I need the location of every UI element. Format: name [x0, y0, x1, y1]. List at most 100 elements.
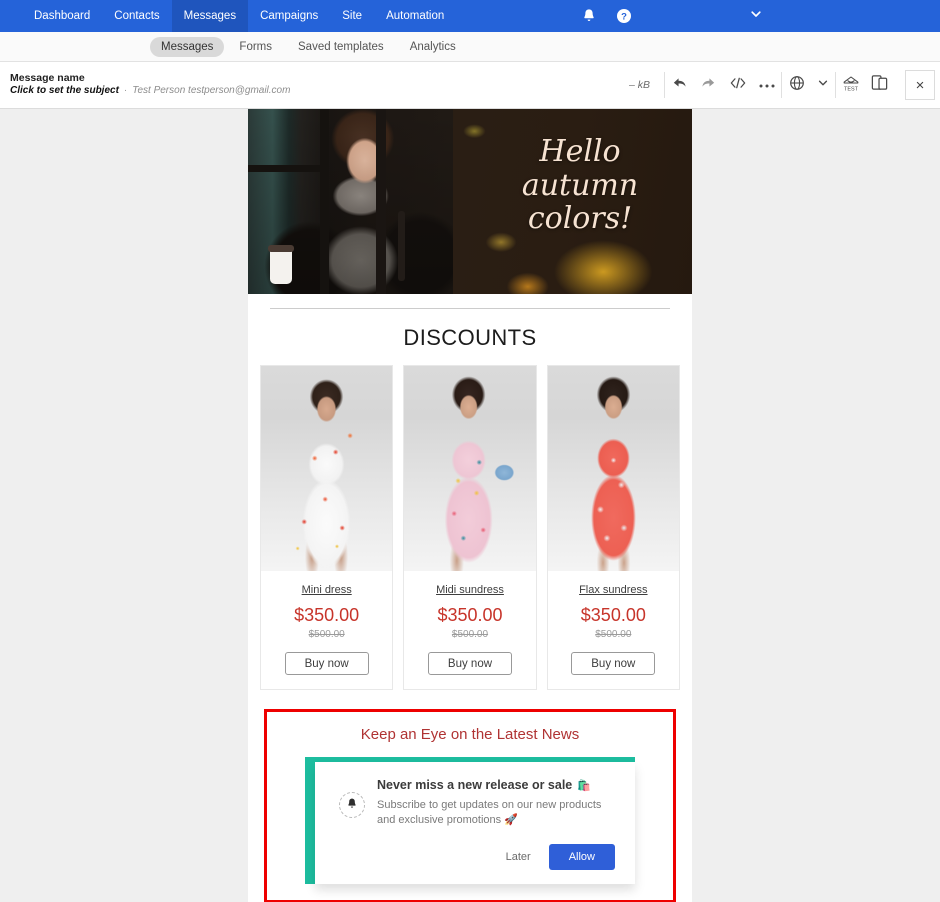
promo-notification-card: Never miss a new release or sale 🛍️ Subs… [315, 762, 635, 884]
promo-heading: Never miss a new release or sale 🛍️ [377, 778, 615, 792]
product-name-link[interactable]: Midi sundress [436, 584, 504, 596]
product-old-price: $500.00 [451, 629, 489, 640]
message-toolbar: – kB TEST × [629, 62, 940, 108]
hero-headline-line-3: colors! [527, 201, 633, 237]
svg-text:TEST: TEST [844, 86, 859, 92]
more-icon [758, 76, 776, 94]
nav-item-site[interactable]: Site [330, 0, 374, 32]
redo-icon [700, 74, 717, 96]
shopping-bags-emoji-icon: 🛍️ [577, 779, 591, 792]
more-options-button[interactable] [752, 70, 781, 100]
product-price: $350.00 [580, 605, 646, 625]
nav-item-label: Site [342, 10, 363, 22]
close-button[interactable]: × [905, 70, 935, 100]
promo-text: Never miss a new release or sale 🛍️ Subs… [377, 778, 615, 828]
product-name-link[interactable]: Mini dress [302, 584, 352, 596]
section-title-discounts[interactable]: DISCOUNTS [248, 309, 692, 365]
hero-headline-line-2: autumn [521, 167, 639, 203]
product-price: $350.00 [294, 605, 360, 625]
hero-window-frame-horizontal [248, 165, 328, 172]
redo-button[interactable] [694, 70, 723, 100]
language-button[interactable] [782, 70, 811, 100]
promo-body-text: Subscribe to get updates on our new prod… [377, 799, 602, 826]
promo-content-row: Never miss a new release or sale 🛍️ Subs… [337, 778, 615, 828]
nav-item-automation[interactable]: Automation [374, 0, 456, 32]
product-photo-midi-sundress [404, 366, 536, 571]
top-navigation-bar: Dashboard Contacts Messages Campaigns Si… [0, 0, 940, 32]
top-nav-items: Dashboard Contacts Messages Campaigns Si… [22, 0, 456, 32]
nav-item-contacts[interactable]: Contacts [102, 0, 171, 32]
promo-later-button[interactable]: Later [500, 847, 537, 867]
hero-window-frame-vertical [320, 109, 329, 294]
product-old-price: $500.00 [595, 629, 632, 640]
buy-now-button[interactable]: Buy now [427, 652, 512, 675]
hero-headline-line-1: Hello [539, 134, 621, 169]
message-meta: Message name Click to set the subject · … [0, 72, 290, 98]
history-tools [665, 70, 781, 100]
nav-item-label: Contacts [114, 10, 160, 22]
account-menu-toggle[interactable] [749, 0, 763, 32]
product-price: $350.00 [437, 605, 503, 625]
product-name-link[interactable]: Flax sundress [579, 584, 647, 596]
tab-forms[interactable]: Forms [228, 37, 283, 57]
email-editor-canvas: Hello autumn colors! DISCOUNTS Mini dres… [0, 109, 940, 902]
promo-allow-button[interactable]: Allow [548, 843, 615, 870]
divider-block[interactable] [248, 294, 692, 309]
product-card[interactable]: Midi sundress $350.00 $500.00 Buy now [403, 365, 537, 690]
buy-now-button[interactable]: Buy now [284, 652, 369, 675]
hero-coffee-cup [268, 245, 294, 284]
tab-messages[interactable]: Messages [150, 36, 225, 57]
device-preview-button[interactable] [865, 70, 894, 100]
email-preview: Hello autumn colors! DISCOUNTS Mini dres… [248, 109, 692, 902]
product-card[interactable]: Flax sundress $350.00 $500.00 Buy now [546, 365, 680, 690]
hero-door-edge [376, 109, 386, 294]
buy-now-button[interactable]: Buy now [571, 652, 656, 675]
language-tools [782, 70, 835, 100]
test-send-icon: TEST [841, 73, 861, 98]
help-icon[interactable]: ? [616, 8, 632, 24]
product-details: Midi sundress $350.00 $500.00 Buy now [404, 571, 535, 689]
rocket-emoji-icon: 🚀 [504, 813, 518, 826]
product-grid: Mini dress $350.00 $500.00 Buy now Midi … [248, 365, 692, 690]
nav-item-messages[interactable]: Messages [171, 0, 249, 32]
html-code-button[interactable] [723, 70, 752, 100]
message-name[interactable]: Message name [10, 72, 290, 85]
top-nav-icon-group: ? [581, 0, 632, 32]
product-old-price: $500.00 [308, 629, 345, 640]
nav-item-label: Campaigns [260, 10, 319, 22]
news-block-selected[interactable]: Keep an Eye on the Latest News Never mis… [264, 709, 676, 902]
bell-badge-icon [337, 790, 367, 820]
chevron-down-icon [817, 76, 829, 94]
product-image [261, 366, 393, 571]
code-icon [729, 75, 747, 96]
nav-item-dashboard[interactable]: Dashboard [22, 0, 102, 32]
nav-item-campaigns[interactable]: Campaigns [248, 0, 330, 32]
product-photo-flax-sundress [547, 366, 679, 571]
promo-body: Subscribe to get updates on our new prod… [377, 798, 615, 828]
promo-heading-text: Never miss a new release or sale [377, 778, 573, 792]
tab-saved-templates[interactable]: Saved templates [287, 37, 395, 57]
nav-item-label: Automation [386, 10, 445, 22]
message-subject-placeholder[interactable]: Click to set the subject [10, 85, 119, 98]
language-dropdown-button[interactable] [811, 70, 835, 100]
product-photo-mini-dress [261, 366, 393, 571]
product-details: Flax sundress $350.00 $500.00 Buy now [548, 571, 679, 689]
undo-icon [671, 74, 688, 96]
bell-icon[interactable] [581, 8, 597, 24]
device-preview-icon [870, 73, 889, 97]
product-details: Mini dress $350.00 $500.00 Buy now [261, 571, 392, 689]
svg-text:?: ? [621, 12, 627, 23]
product-image [547, 366, 679, 571]
undo-button[interactable] [665, 70, 694, 100]
chevron-down-icon [749, 7, 763, 26]
hero-banner-block[interactable]: Hello autumn colors! [248, 109, 692, 294]
sub-navigation-tabs: Messages Forms Saved templates Analytics [0, 32, 940, 62]
bell-glyph-icon [346, 797, 359, 813]
send-test-button[interactable]: TEST [836, 70, 865, 100]
message-size-label: – kB [628, 79, 650, 91]
product-card[interactable]: Mini dress $350.00 $500.00 Buy now [260, 365, 394, 690]
promo-actions: Later Allow [337, 843, 615, 870]
preview-tools: TEST [836, 70, 894, 100]
tab-analytics[interactable]: Analytics [399, 37, 467, 57]
product-image [404, 366, 536, 571]
